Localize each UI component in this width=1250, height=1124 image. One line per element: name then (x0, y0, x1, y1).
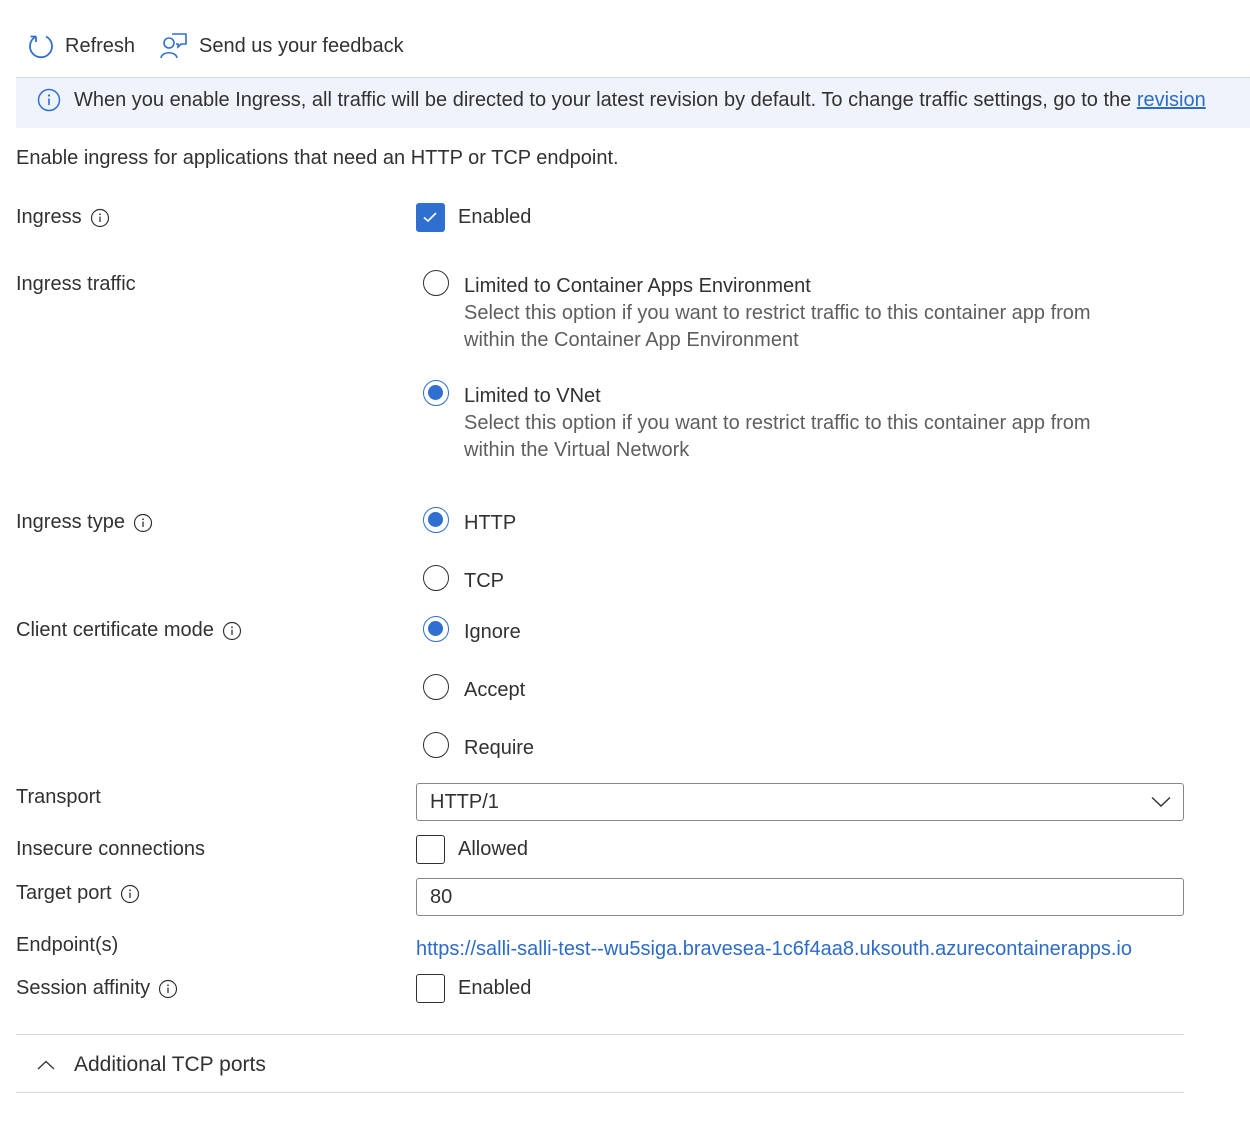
revision-link[interactable]: revision (1137, 89, 1206, 111)
ingress-label: Ingress (16, 206, 110, 229)
insecure-connections-label: Insecure connections (16, 838, 206, 860)
session-affinity-enabled-label: Enabled (458, 977, 532, 999)
option-label: Limited to VNet (464, 385, 601, 407)
chevron-up-icon (37, 1060, 55, 1070)
checkmark-icon (423, 212, 437, 223)
option-label: Ignore (464, 621, 521, 643)
info-icon (37, 88, 61, 112)
info-icon[interactable] (90, 208, 110, 228)
description-line: Select this option if you want to restri… (464, 412, 1091, 434)
target-port-label: Target port (16, 882, 140, 905)
ingress-enabled-checkbox[interactable] (416, 203, 445, 232)
divider (16, 1034, 1184, 1035)
insecure-allowed-checkbox[interactable] (416, 835, 445, 864)
option-label: Accept (464, 679, 526, 701)
feedback-label: Send us your feedback (199, 34, 404, 57)
chevron-down-icon (1151, 796, 1171, 807)
session-affinity-label: Session affinity (16, 977, 178, 1000)
banner-message: When you enable Ingress, all traffic wil… (74, 89, 1206, 112)
transport-dropdown[interactable]: HTTP/1 (416, 783, 1184, 821)
endpoints-label: Endpoint(s) (16, 934, 119, 956)
info-icon[interactable] (133, 513, 153, 533)
refresh-icon (29, 35, 53, 59)
description-line: Select this option if you want to restri… (464, 302, 1091, 324)
radio-accept[interactable] (423, 674, 449, 700)
endpoint-link[interactable]: https://salli-salli-test--wu5siga.braves… (416, 938, 1132, 961)
refresh-button[interactable]: Refresh (27, 30, 135, 62)
banner-text: When you enable Ingress, all traffic wil… (74, 89, 1137, 111)
target-port-value: 80 (430, 885, 453, 908)
info-icon[interactable] (120, 884, 140, 904)
option-description: Select this option if you want to restri… (464, 410, 1091, 464)
ingress-enabled-label: Enabled (458, 206, 532, 228)
radio-limited-container-apps-env[interactable] (423, 270, 449, 296)
option-label: TCP (464, 570, 504, 592)
ingress-type-label-text: Ingress type (16, 511, 125, 533)
intro-text: Enable ingress for applications that nee… (16, 147, 619, 169)
transport-label: Transport (16, 786, 101, 808)
radio-tcp[interactable] (423, 565, 449, 591)
session-affinity-label-text: Session affinity (16, 977, 151, 999)
additional-tcp-ports-label: Additional TCP ports (74, 1053, 266, 1076)
option-label: Require (464, 737, 535, 759)
session-affinity-checkbox[interactable] (416, 974, 445, 1003)
transport-value: HTTP/1 (430, 790, 499, 813)
ingress-type-label: Ingress type (16, 511, 153, 534)
radio-http[interactable] (423, 507, 449, 533)
radio-limited-vnet[interactable] (423, 380, 449, 406)
insecure-allowed-label: Allowed (458, 838, 529, 860)
additional-tcp-ports-toggle[interactable]: Additional TCP ports (36, 1048, 1184, 1082)
option-label: Limited to Container Apps Environment (464, 275, 811, 297)
client-cert-mode-label-text: Client certificate mode (16, 619, 214, 641)
ingress-traffic-label: Ingress traffic (16, 273, 136, 295)
feedback-button[interactable]: Send us your feedback (159, 30, 404, 62)
radio-require[interactable] (423, 732, 449, 758)
target-port-input[interactable]: 80 (416, 878, 1184, 916)
client-cert-mode-label: Client certificate mode (16, 619, 242, 642)
info-icon[interactable] (222, 621, 242, 641)
radio-ignore[interactable] (423, 616, 449, 642)
description-line: within the Virtual Network (464, 439, 690, 461)
feedback-icon (160, 33, 187, 59)
target-port-label-text: Target port (16, 882, 112, 904)
divider (16, 1092, 1184, 1093)
info-icon[interactable] (158, 979, 178, 999)
option-label: HTTP (464, 512, 517, 534)
description-line: within the Container App Environment (464, 329, 799, 351)
ingress-label-text: Ingress (16, 206, 82, 228)
option-description: Select this option if you want to restri… (464, 300, 1091, 354)
refresh-label: Refresh (65, 34, 136, 57)
